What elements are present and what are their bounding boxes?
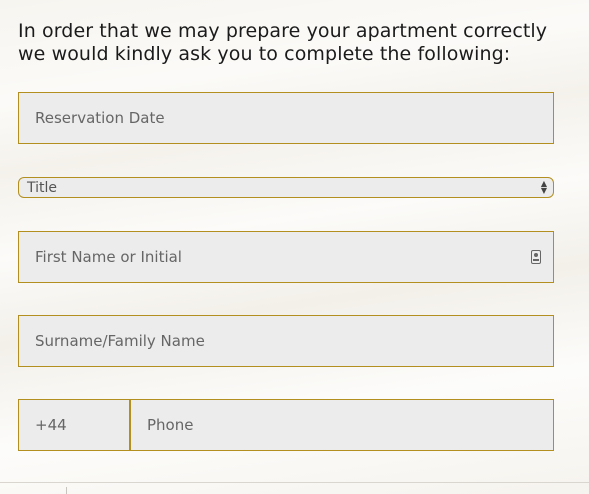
phone-input-group: +44 Phone: [18, 399, 554, 451]
reservation-date-field[interactable]: Reservation Date: [18, 92, 554, 144]
phone-field[interactable]: Phone: [131, 399, 554, 451]
surname-field[interactable]: Surname/Family Name: [18, 315, 554, 367]
reservation-date-placeholder: Reservation Date: [35, 109, 165, 127]
contact-card-icon[interactable]: [531, 250, 541, 264]
select-arrows-icon: ▲ ▼: [540, 179, 548, 195]
country-code-value: +44: [35, 416, 67, 434]
bottom-tick-mark: [66, 487, 67, 494]
surname-placeholder: Surname/Family Name: [35, 332, 205, 350]
intro-text: In order that we may prepare your apartm…: [18, 20, 548, 65]
phone-placeholder: Phone: [147, 416, 194, 434]
first-name-placeholder: First Name or Initial: [35, 248, 182, 266]
country-code-field[interactable]: +44: [18, 399, 131, 451]
first-name-field[interactable]: First Name or Initial: [18, 231, 554, 283]
title-select-value: Title: [27, 179, 58, 196]
title-select[interactable]: Title ▲ ▼: [18, 177, 554, 198]
bottom-divider: [0, 482, 589, 483]
